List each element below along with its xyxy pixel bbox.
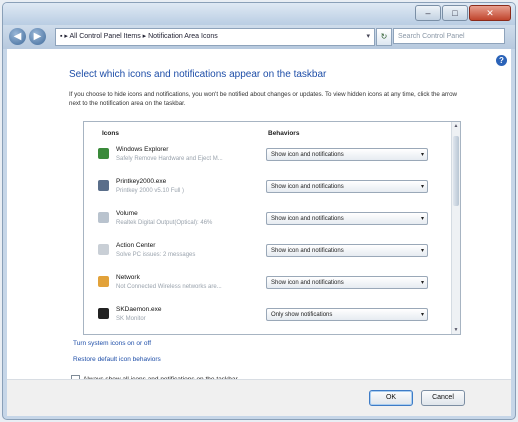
behavior-dropdown-value: Only show notifications <box>271 312 333 318</box>
list-item: Action Center Solve PC issues: 2 messages… <box>84 242 452 272</box>
address-bar[interactable]: ▪ ▸ All Control Panel Items ▸ Notificati… <box>55 28 375 46</box>
behavior-dropdown[interactable]: Show icon and notifications ▾ <box>266 244 428 257</box>
list-item: Volume Realtek Digital Output(Optical): 4… <box>84 210 452 240</box>
app-icon <box>98 308 109 319</box>
behavior-dropdown-value: Show icon and notifications <box>271 280 344 286</box>
behavior-dropdown-value: Show icon and notifications <box>271 248 344 254</box>
chevron-down-icon[interactable]: ▾ <box>421 213 424 226</box>
behavior-dropdown[interactable]: Show icon and notifications ▾ <box>266 212 428 225</box>
item-name: Volume <box>116 210 138 217</box>
column-header-behaviors: Behaviors <box>268 130 300 137</box>
behavior-dropdown-value: Show icon and notifications <box>271 216 344 222</box>
ok-button[interactable]: OK <box>369 390 413 406</box>
behavior-dropdown-value: Show icon and notifications <box>271 184 344 190</box>
turn-system-icons-link[interactable]: Turn system icons on or off <box>73 340 151 347</box>
app-icon <box>98 180 109 191</box>
behavior-dropdown[interactable]: Only show notifications ▾ <box>266 308 428 321</box>
list-scrollbar[interactable]: ▲ ▼ <box>451 122 460 334</box>
item-description: Printkey 2000 v5.10 Full ) <box>116 188 185 194</box>
chevron-down-icon[interactable]: ▾ <box>421 245 424 258</box>
breadcrumb[interactable]: ▪ ▸ All Control Panel Items ▸ Notificati… <box>60 33 218 40</box>
item-description: Safely Remove Hardware and Eject M... <box>116 156 223 162</box>
item-description: SK Monitor <box>116 316 146 322</box>
refresh-icon[interactable]: ↻ <box>376 28 392 46</box>
behavior-dropdown-value: Show icon and notifications <box>271 152 344 158</box>
search-input[interactable]: Search Control Panel <box>393 28 505 44</box>
item-name: SKDaemon.exe <box>116 306 162 313</box>
list-item: Windows Explorer Safely Remove Hardware a… <box>84 146 452 176</box>
item-name: Network <box>116 274 140 281</box>
item-name: Action Center <box>116 242 156 249</box>
maximize-button[interactable]: □ <box>442 5 468 21</box>
window-controls: – □ ✕ <box>414 5 511 21</box>
dialog-footer: OK Cancel <box>7 379 511 416</box>
behavior-dropdown[interactable]: Show icon and notifications ▾ <box>266 148 428 161</box>
app-icon <box>98 148 109 159</box>
chevron-down-icon[interactable]: ▾ <box>421 309 424 322</box>
chevron-down-icon[interactable]: ▾ <box>421 277 424 290</box>
main-content: ? Select which icons and notifications a… <box>7 49 511 384</box>
page-title: Select which icons and notifications app… <box>69 69 327 80</box>
cancel-button[interactable]: Cancel <box>421 390 465 406</box>
forward-arrow-icon[interactable]: ▶ <box>29 28 46 45</box>
chevron-down-icon[interactable]: ▾ <box>366 29 370 45</box>
item-name: Printkey2000.exe <box>116 178 167 185</box>
scrollbar-thumb[interactable] <box>453 136 459 206</box>
behavior-dropdown[interactable]: Show icon and notifications ▾ <box>266 180 428 193</box>
minimize-button[interactable]: – <box>415 5 441 21</box>
chevron-down-icon[interactable]: ▾ <box>421 181 424 194</box>
app-icon <box>98 212 109 223</box>
item-description: Not Connected Wireless networks are... <box>116 284 222 290</box>
item-description: Solve PC issues: 2 messages <box>116 252 196 258</box>
item-name: Windows Explorer <box>116 146 169 153</box>
list-item: Network Not Connected Wireless networks a… <box>84 274 452 304</box>
help-icon[interactable]: ? <box>496 55 507 66</box>
page-description: If you choose to hide icons and notifica… <box>69 91 458 107</box>
notification-icons-list: Icons Behaviors Windows Explorer Safely R… <box>83 121 461 335</box>
scroll-down-icon[interactable]: ▼ <box>452 326 460 334</box>
app-icon <box>98 276 109 287</box>
behavior-dropdown[interactable]: Show icon and notifications ▾ <box>266 276 428 289</box>
column-header-icons: Icons <box>102 130 119 137</box>
item-description: Realtek Digital Output(Optical): 46% <box>116 220 213 226</box>
scroll-up-icon[interactable]: ▲ <box>452 122 460 130</box>
chevron-down-icon[interactable]: ▾ <box>421 149 424 162</box>
app-icon <box>98 244 109 255</box>
list-item: Printkey2000.exe Printkey 2000 v5.10 Full… <box>84 178 452 208</box>
list-item: SKDaemon.exe SK Monitor Only show notifica… <box>84 306 452 334</box>
close-button[interactable]: ✕ <box>469 5 511 21</box>
title-bar: – □ ✕ <box>3 3 515 25</box>
navigation-bar: ◀ ▶ ▪ ▸ All Control Panel Items ▸ Notifi… <box>3 25 515 49</box>
restore-default-behaviors-link[interactable]: Restore default icon behaviors <box>73 356 161 363</box>
back-arrow-icon[interactable]: ◀ <box>9 28 26 45</box>
control-panel-window: – □ ✕ ◀ ▶ ▪ ▸ All Control Panel Items ▸ … <box>2 2 516 420</box>
